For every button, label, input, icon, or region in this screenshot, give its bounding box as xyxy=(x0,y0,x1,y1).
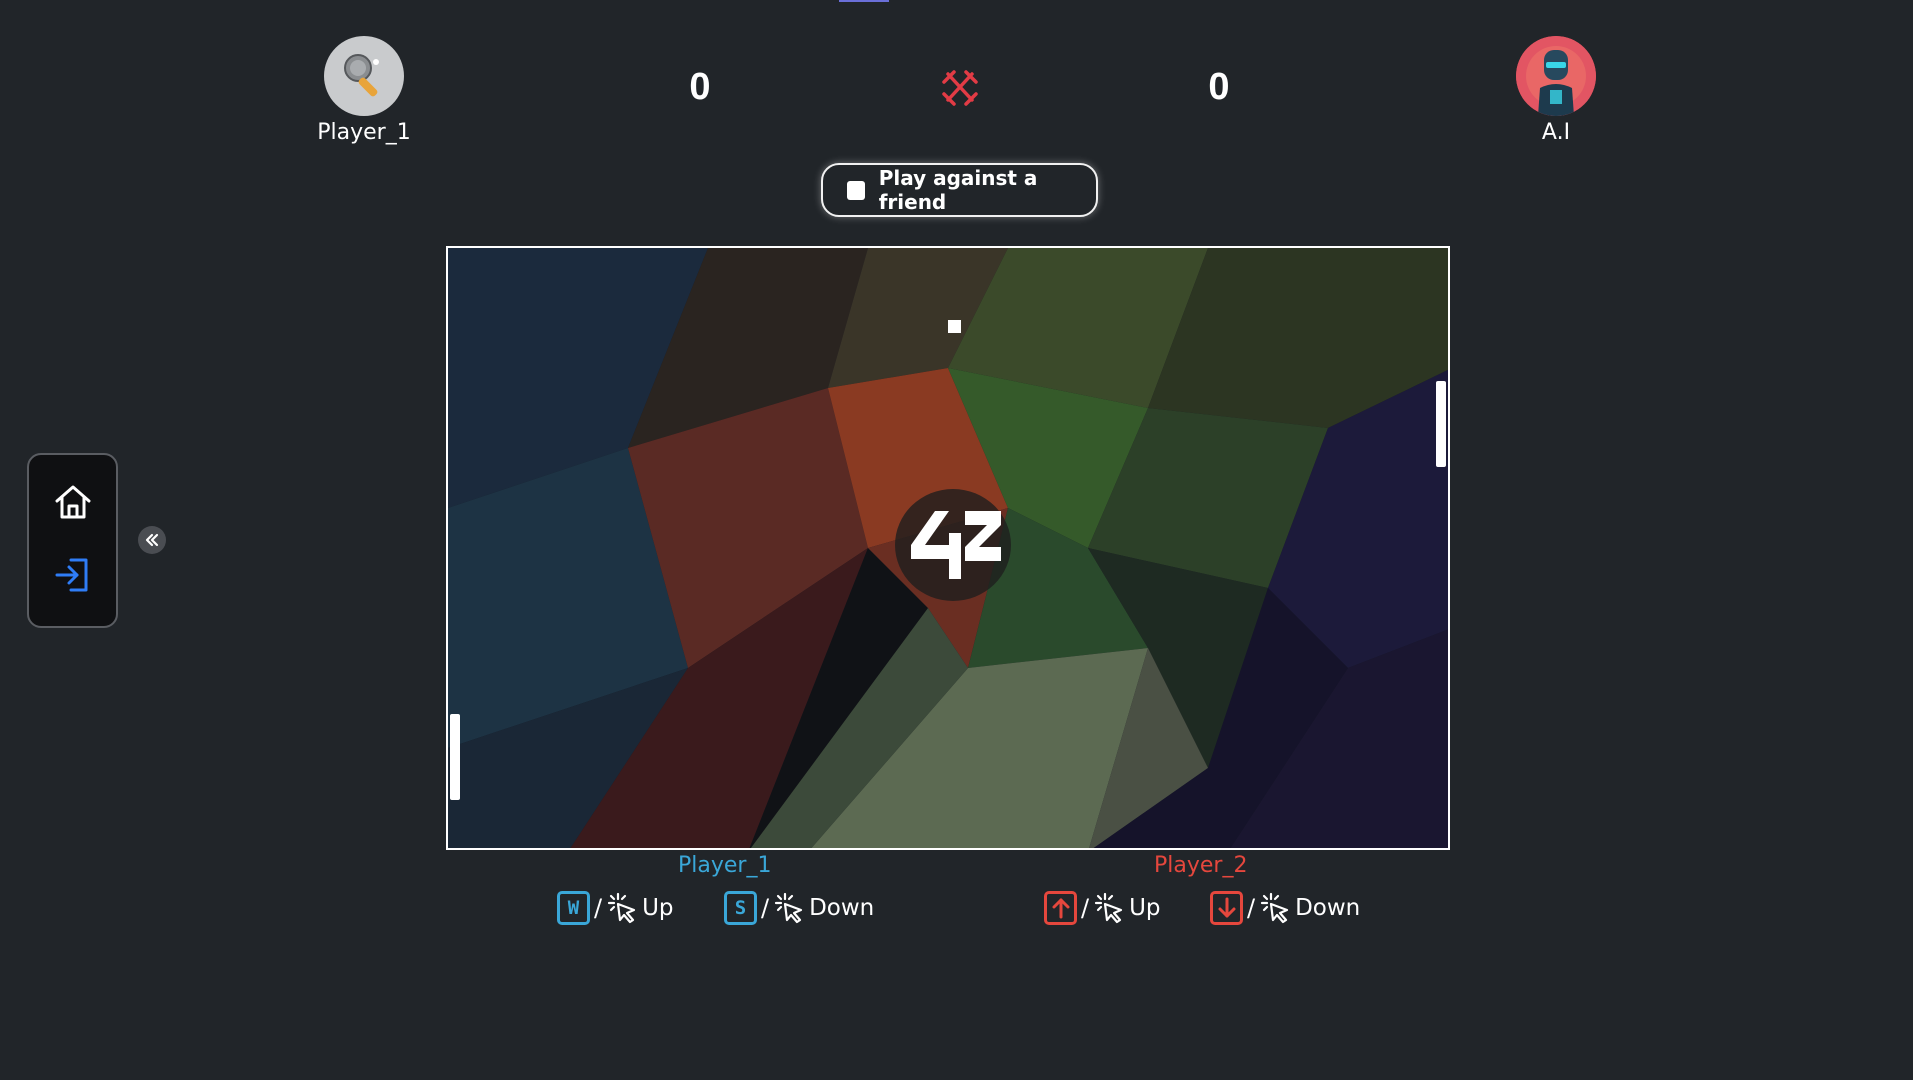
player1-down-label: Down xyxy=(809,895,875,921)
player-right-card: A.I xyxy=(1496,36,1616,145)
sidebar-item-home[interactable] xyxy=(53,482,93,527)
left-paddle xyxy=(450,714,460,800)
arrow-down-key-icon xyxy=(1210,891,1243,925)
play-against-friend-label: Play against a friend xyxy=(878,166,1038,214)
arrow-up-key-icon xyxy=(1044,891,1077,925)
click-cursor-icon xyxy=(774,892,803,924)
player-left-avatar xyxy=(324,36,404,116)
s-key-icon: S xyxy=(724,891,757,925)
w-key-icon: W xyxy=(557,891,590,925)
player-right-name: A.I xyxy=(1541,120,1571,145)
control-separator: / xyxy=(1081,894,1090,922)
right-paddle xyxy=(1436,381,1446,467)
ball xyxy=(948,320,961,333)
login-icon xyxy=(55,558,87,591)
double-chevron-left-icon xyxy=(145,533,159,547)
home-icon xyxy=(55,485,90,518)
42-logo-icon xyxy=(911,511,1001,579)
player2-down-label: Down xyxy=(1295,895,1361,921)
crossed-swords-icon xyxy=(942,70,978,106)
player2-down-control: / Down xyxy=(1210,891,1360,925)
player1-down-control: S / Down xyxy=(724,891,874,925)
player1-up-control: W / Up xyxy=(557,891,674,925)
player1-controls-title: Player_1 xyxy=(678,853,772,878)
player2-up-label: Up xyxy=(1129,895,1161,921)
player-left-card: Player_1 xyxy=(304,36,424,145)
sidebar-item-login[interactable] xyxy=(53,555,93,600)
control-separator: / xyxy=(594,894,603,922)
click-cursor-icon xyxy=(1260,892,1289,924)
play-against-friend-checkbox[interactable] xyxy=(847,180,865,200)
ping-pong-paddle-icon xyxy=(344,54,379,97)
sidebar-collapse-button[interactable] xyxy=(138,526,166,554)
control-separator: / xyxy=(1247,894,1256,922)
player2-up-control: / Up xyxy=(1044,891,1161,925)
play-against-friend-toggle[interactable]: Play against a friend xyxy=(821,163,1098,217)
player-left-name: Player_1 xyxy=(317,120,411,145)
pong-game-field[interactable] xyxy=(446,246,1450,850)
robot-avatar-icon xyxy=(1516,36,1596,116)
player-right-score: 0 xyxy=(1208,66,1230,108)
logo-42 xyxy=(895,489,1011,601)
player2-controls-title: Player_2 xyxy=(1154,853,1248,878)
control-separator: / xyxy=(761,894,770,922)
click-cursor-icon xyxy=(1094,892,1123,924)
player1-up-label: Up xyxy=(642,895,674,921)
click-cursor-icon xyxy=(607,892,636,924)
player-right-avatar xyxy=(1516,36,1596,116)
top-accent-bar xyxy=(839,0,889,2)
sidebar-nav xyxy=(27,453,118,628)
player-left-score: 0 xyxy=(689,66,711,108)
